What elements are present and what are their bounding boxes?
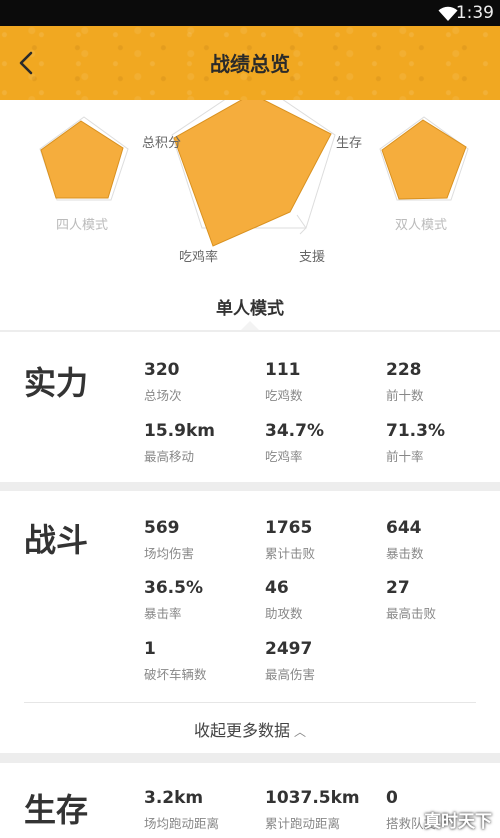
app-header: 战绩总览 [0, 26, 500, 100]
stat-item: 34.7% 吃鸡率 [265, 421, 375, 465]
stat-item: 1765 累计击败 [265, 518, 375, 562]
stat-value: 569 [144, 518, 180, 538]
stat-label: 前十率 [386, 449, 424, 464]
stat-item: 36.5% 暴击率 [144, 578, 254, 622]
stat-value: 3.2km [144, 788, 204, 808]
stat-item: 1 破坏车辆数 [144, 639, 254, 683]
stat-label: 最高伤害 [265, 667, 316, 682]
axis-label-support: 支援 [299, 250, 326, 265]
stat-value: 34.7% [265, 421, 324, 441]
stat-label: 暴击数 [386, 546, 424, 561]
collapse-more-label: 收起更多数据 [193, 721, 290, 740]
status-time: 1:39 [455, 3, 494, 23]
section-combat: 战斗 569 场均伤害 1765 累计击败 644 暴击数 36.5% 暴击率 … [0, 491, 500, 753]
axis-label-survival: 生存 [336, 136, 363, 151]
stat-label: 暴击率 [144, 606, 182, 621]
stat-value: 15.9km [144, 421, 215, 441]
stat-value: 46 [265, 578, 289, 598]
stat-item: 644 暴击数 [386, 518, 496, 562]
stat-item: 569 场均伤害 [144, 518, 254, 562]
radar-right[interactable] [379, 116, 469, 201]
stat-value: 644 [386, 518, 422, 538]
stat-label: 吃鸡率 [265, 449, 303, 464]
mode-pointer [241, 321, 259, 330]
stat-label: 总场次 [144, 388, 182, 403]
section-strength: 实力 320 总场次 111 吃鸡数 228 前十数 15.9km 最高移动 3… [0, 332, 500, 482]
stat-label: 累计击败 [265, 546, 316, 561]
stat-value: 1765 [265, 518, 313, 538]
radar-center[interactable] [171, 100, 336, 247]
radar-carousel[interactable]: 总积分 生存 支援 吃鸡率 四人模式 双人模式 单人模式 [0, 100, 500, 330]
stat-item: 320 总场次 [144, 360, 254, 404]
stat-label: 助攻数 [265, 606, 303, 621]
section-title: 生存 [24, 791, 89, 829]
stat-item: 27 最高击败 [386, 578, 496, 622]
radar-left[interactable] [39, 116, 129, 201]
collapse-more-button[interactable]: 收起更多数据 ︿ [0, 717, 500, 741]
stat-value: 1037.5km [265, 788, 360, 808]
stat-label: 累计跑动距离 [265, 816, 341, 831]
stat-value: 228 [386, 360, 422, 380]
stat-value: 71.3% [386, 421, 445, 441]
watermark-text: 真时天下 [424, 812, 492, 832]
stat-label: 场均伤害 [144, 546, 195, 561]
page-title: 战绩总览 [210, 52, 290, 76]
axis-label-total-score: 总积分 [142, 136, 182, 151]
mode-label-squad[interactable]: 四人模式 [56, 214, 108, 233]
stat-item: 111 吃鸡数 [265, 360, 375, 404]
section-title: 战斗 [24, 521, 89, 559]
stat-value: 111 [265, 360, 301, 380]
stat-item: 228 前十数 [386, 360, 496, 404]
stat-item: 3.2km 场均跑动距离 [144, 788, 254, 832]
stat-item: 2497 最高伤害 [265, 639, 375, 683]
stat-label: 最高移动 [144, 449, 195, 464]
stat-value: 320 [144, 360, 180, 380]
stat-label: 场均跑动距离 [144, 816, 220, 831]
stat-value: 2497 [265, 639, 313, 659]
stat-label: 破坏车辆数 [144, 667, 207, 682]
stat-value: 0 [386, 788, 398, 808]
stat-label: 最高击败 [386, 606, 437, 621]
axis-label-win-rate: 吃鸡率 [179, 250, 219, 265]
stat-value: 36.5% [144, 578, 203, 598]
stat-label: 前十数 [386, 388, 424, 403]
status-bar: 1:39 [0, 0, 500, 26]
divider [24, 702, 476, 703]
mode-label-duo[interactable]: 双人模式 [395, 214, 447, 233]
stat-label: 吃鸡数 [265, 388, 303, 403]
stat-item: 71.3% 前十率 [386, 421, 496, 465]
stat-item: 15.9km 最高移动 [144, 421, 254, 465]
stat-item: 46 助攻数 [265, 578, 375, 622]
stat-value: 1 [144, 639, 156, 659]
chevron-up-icon: ︿ [294, 725, 307, 739]
section-title: 实力 [24, 364, 89, 402]
selected-mode-title: 单人模式 [216, 299, 284, 319]
stat-item: 1037.5km 累计跑动距离 [265, 788, 375, 832]
stat-value: 27 [386, 578, 410, 598]
